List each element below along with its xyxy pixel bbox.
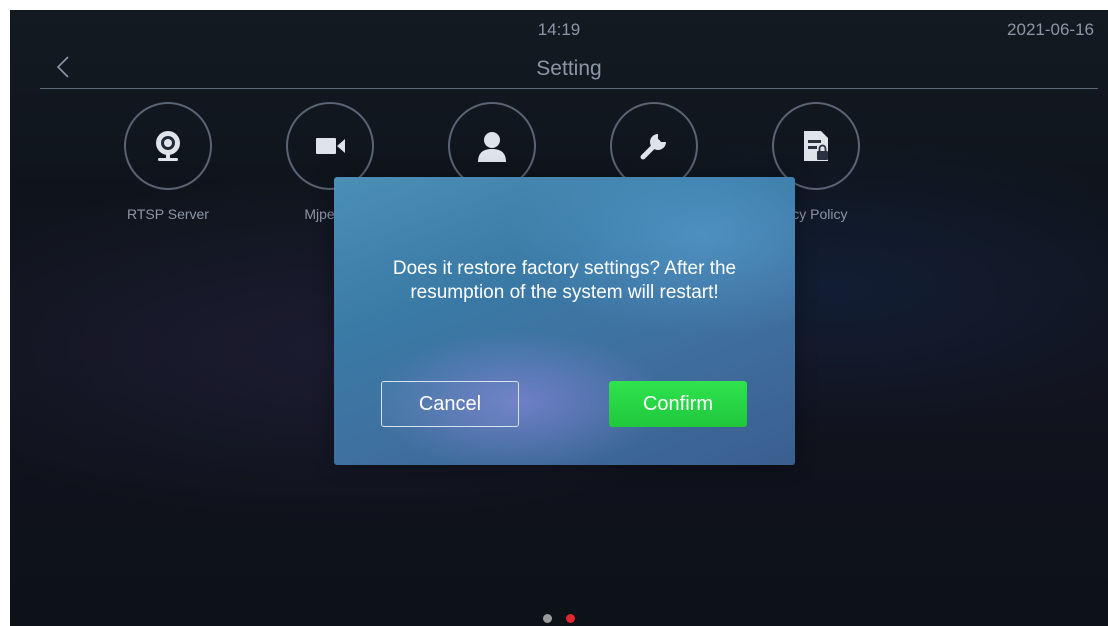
page-indicator	[10, 610, 1108, 626]
cancel-button[interactable]: Cancel	[381, 381, 519, 427]
setting-label: RTSP Server	[127, 206, 209, 222]
wrench-icon	[640, 134, 666, 160]
confirm-dialog: Does it restore factory settings? After …	[334, 177, 795, 465]
dialog-message: Does it restore factory settings? After …	[354, 257, 775, 305]
user-icon	[478, 132, 506, 162]
header-bar: Setting	[40, 46, 1098, 89]
setting-circle	[124, 102, 212, 190]
setting-item-rtsp-server[interactable]: RTSP Server	[98, 102, 238, 222]
video-camera-icon	[316, 138, 345, 154]
page-dot-active[interactable]	[566, 614, 576, 623]
page-title: Setting	[536, 57, 602, 80]
document-lock-icon	[804, 131, 828, 161]
dialog-message-line-2: resumption of the system will restart!	[410, 282, 719, 303]
confirm-button[interactable]: Confirm	[609, 381, 747, 427]
status-bar: 14:19 2021-06-16	[10, 10, 1108, 46]
webcam-icon	[156, 131, 180, 161]
status-time: 14:19	[537, 20, 581, 39]
page-dot-inactive[interactable]	[542, 614, 552, 623]
status-date: 2021-06-16	[1007, 20, 1094, 39]
dialog-message-line-1: Does it restore factory settings? After …	[392, 258, 737, 279]
app-screen: 14:19 2021-06-16 Setting RTSP Server Mjp…	[10, 10, 1108, 626]
